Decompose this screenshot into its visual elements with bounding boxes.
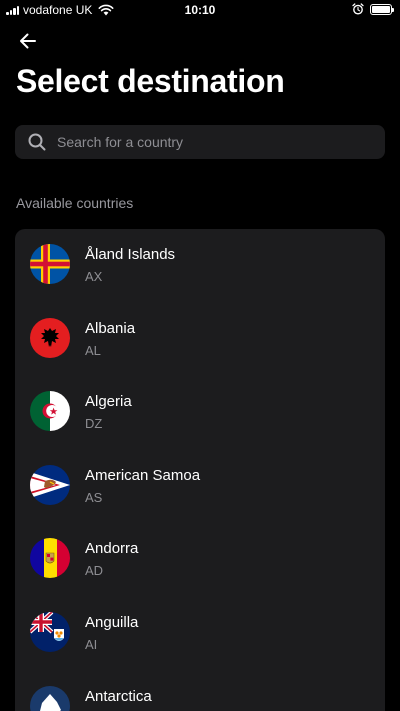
country-code: AL xyxy=(85,342,101,358)
alarm-icon xyxy=(352,3,364,15)
section-label: Available countries xyxy=(16,195,134,211)
country-name: Albania xyxy=(85,319,136,337)
screen: vodafone UK 10:10 Select destination Sea… xyxy=(0,0,400,711)
country-code: AS xyxy=(85,489,103,505)
country-item-aq[interactable]: Antarctica xyxy=(15,671,385,711)
flag-ax-icon xyxy=(30,244,70,284)
flag-al-icon xyxy=(30,317,70,358)
country-list: Åland Islands AX Albania AL Algeria DZ A… xyxy=(15,229,385,711)
country-name: American Samoa xyxy=(85,466,201,484)
search-box[interactable] xyxy=(15,125,385,159)
battery-icon xyxy=(370,3,394,15)
country-code: AX xyxy=(85,269,103,284)
country-code: AI xyxy=(85,636,98,652)
country-name: Anguilla xyxy=(85,613,139,631)
search-icon xyxy=(28,133,46,151)
country-item-dz[interactable]: Algeria DZ xyxy=(15,376,385,450)
country-code: AD xyxy=(85,563,104,579)
flag-as-icon xyxy=(30,464,70,505)
search-input[interactable] xyxy=(57,134,385,150)
country-name: Algeria xyxy=(85,393,132,411)
back-button[interactable] xyxy=(16,29,40,53)
country-item-al[interactable]: Albania AL xyxy=(15,303,385,377)
country-item-ax[interactable]: Åland Islands AX xyxy=(15,229,385,303)
country-item-ad[interactable]: Andorra AD xyxy=(15,523,385,597)
flag-ai-icon xyxy=(30,611,70,652)
country-name: Andorra xyxy=(85,540,139,558)
battery-level xyxy=(372,5,390,13)
status-right xyxy=(352,3,394,15)
country-name: Åland Islands xyxy=(85,246,176,263)
country-name: Antarctica xyxy=(85,687,152,705)
flag-aq-icon xyxy=(30,685,70,711)
page-title: Select destination xyxy=(16,63,285,99)
flag-ad-icon xyxy=(30,538,70,579)
status-bar: vodafone UK 10:10 xyxy=(0,0,400,20)
country-code: DZ xyxy=(85,416,103,432)
flag-dz-icon xyxy=(30,391,70,432)
status-time: 10:10 xyxy=(184,3,216,17)
country-item-ai[interactable]: Anguilla AI xyxy=(15,597,385,671)
arrow-left-icon xyxy=(20,33,36,49)
country-item-as[interactable]: American Samoa AS xyxy=(15,450,385,524)
